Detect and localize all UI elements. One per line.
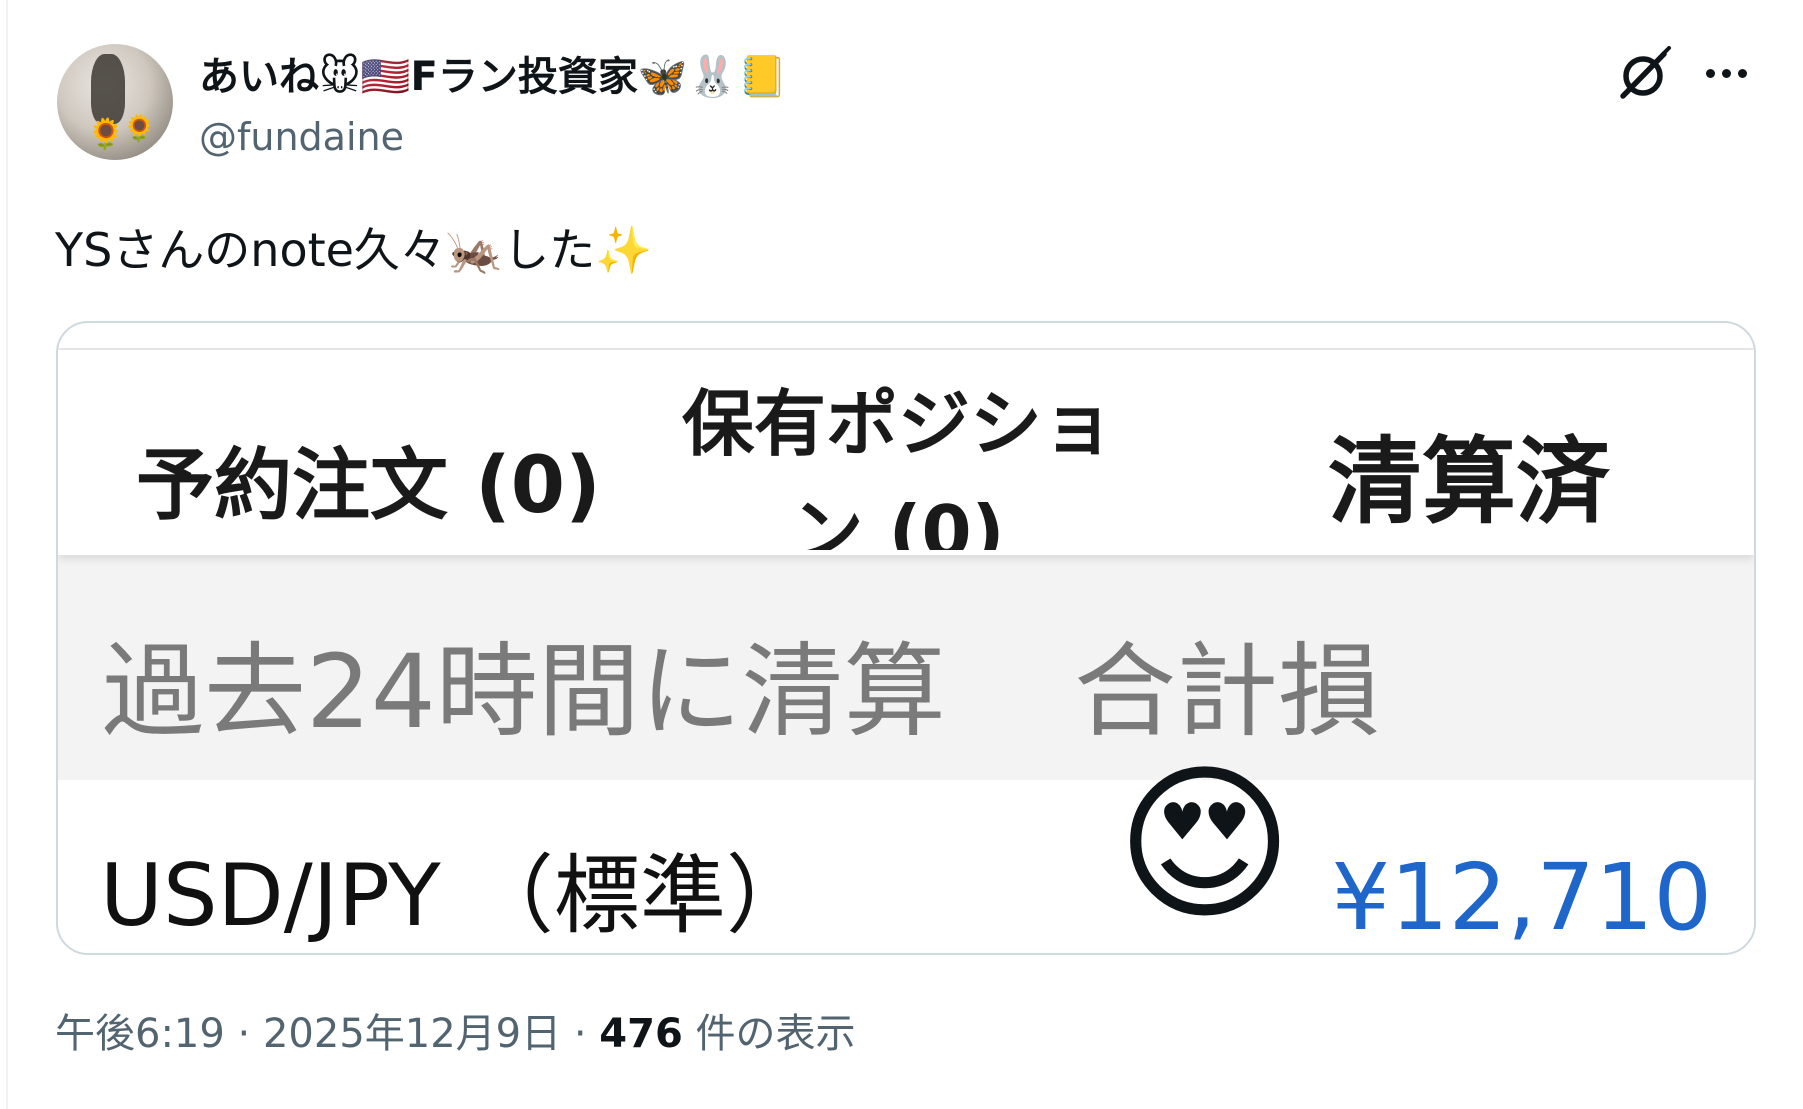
tweet-time[interactable]: 午後6:19	[55, 1011, 225, 1057]
tweet-meta: 午後6:19 · 2025年12月9日 · 476 件の表示	[55, 1005, 856, 1063]
avatar[interactable]: 🌻 🌻	[57, 44, 173, 160]
more-dot	[1737, 68, 1747, 78]
trade-screenshot: 予約注文 (0) 保有ポジション (0) 清算済 過去24時間に清算 合計損 U…	[58, 348, 1754, 950]
avatar-figure	[91, 54, 125, 124]
separator: ·	[224, 1011, 263, 1057]
sunflower-icon: 🌻	[123, 114, 156, 144]
tab-settled: 清算済	[1328, 428, 1611, 537]
heart-eyes-emoji-icon: 😍	[1116, 746, 1294, 944]
tab-pending-orders: 予約注文 (0)	[136, 441, 601, 531]
sunflower-icon: 🌻	[87, 117, 125, 152]
summary-total-label: 合計損	[1074, 633, 1380, 752]
author-handle[interactable]: @fundaine	[199, 112, 404, 162]
tweet-date[interactable]: 2025年12月9日	[263, 1011, 561, 1057]
currency-pair: USD/JPY （標準）	[100, 846, 812, 946]
more-icon[interactable]	[1698, 48, 1754, 98]
grok-icon[interactable]	[1614, 46, 1672, 104]
author-display-name[interactable]: あいね🐭🇺🇸Fラン投資家🦋🐰📒	[199, 48, 787, 106]
left-border	[6, 0, 8, 1109]
view-count: 476	[599, 1011, 683, 1057]
tab-open-positions: 保有ポジション (0)	[681, 382, 1114, 550]
separator: ·	[561, 1011, 600, 1057]
summary-label: 過去24時間に清算	[102, 633, 946, 752]
tweet-text: YSさんのnote久々🦗した✨	[55, 223, 653, 277]
profit-amount: ¥12,710	[1331, 844, 1712, 951]
view-label: 件の表示	[682, 1011, 856, 1057]
more-dot	[1721, 68, 1731, 78]
attached-image[interactable]: 予約注文 (0) 保有ポジション (0) 清算済 過去24時間に清算 合計損 U…	[56, 321, 1756, 955]
more-dot	[1705, 68, 1715, 78]
